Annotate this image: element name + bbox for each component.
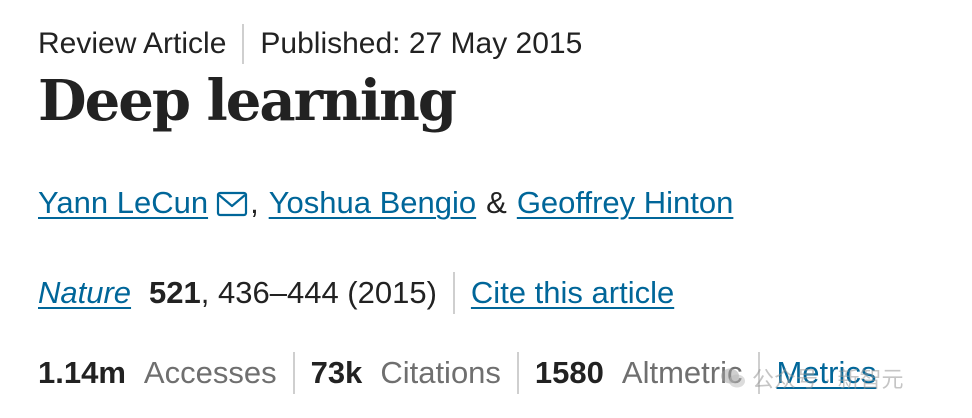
metrics-link[interactable]: Metrics xyxy=(776,352,876,394)
author-ampersand: & xyxy=(486,185,507,220)
author-link-hinton[interactable]: Geoffrey Hinton xyxy=(517,182,734,224)
article-title: Deep learning xyxy=(38,68,457,134)
email-icon-graphic xyxy=(216,191,248,217)
author-comma: , xyxy=(250,185,259,220)
meta-separator xyxy=(242,24,245,64)
article-meta: Review Article Published: 27 May 2015 xyxy=(38,24,582,64)
journal-pages: , 436–444 (2015) xyxy=(200,275,437,310)
journal-link[interactable]: Nature xyxy=(38,272,131,314)
citations-label: Citations xyxy=(380,355,501,390)
cite-article-link[interactable]: Cite this article xyxy=(471,272,674,314)
publish-date: Published: 27 May 2015 xyxy=(260,27,583,60)
article-type: Review Article xyxy=(38,27,227,60)
accesses-label: Accesses xyxy=(143,355,277,390)
author-link-lecun[interactable]: Yann LeCun xyxy=(38,182,208,224)
altmetric-label: Altmetric xyxy=(621,355,743,390)
author-link-bengio[interactable]: Yoshua Bengio xyxy=(269,182,476,224)
citations-count: 73k xyxy=(310,355,363,390)
metrics-bar: 1.14m Accesses 73k Citations 1580 Altmet… xyxy=(38,352,876,394)
author-list: Yann LeCun , Yoshua Bengio & Geoffrey Hi… xyxy=(38,182,733,224)
metrics-separator xyxy=(758,352,761,394)
journal-volume: 521 xyxy=(149,275,201,310)
article-header: Review Article Published: 27 May 2015 De… xyxy=(38,0,958,418)
accesses-count: 1.14m xyxy=(38,355,126,390)
metrics-separator xyxy=(292,352,295,394)
altmetric-score: 1580 xyxy=(534,355,604,390)
metrics-separator xyxy=(516,352,519,394)
email-icon[interactable] xyxy=(216,186,248,217)
citation-separator xyxy=(452,272,455,314)
citation-line: Nature 521 , 436–444 (2015) Cite this ar… xyxy=(38,272,674,314)
